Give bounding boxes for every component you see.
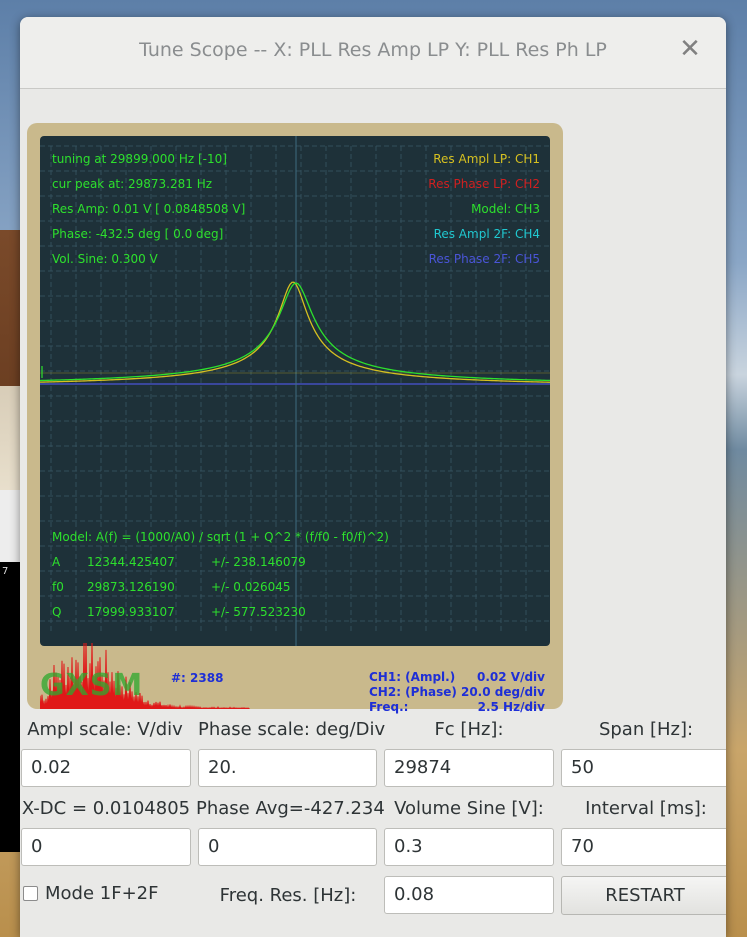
model-param: Q [52,605,62,619]
fc-label: Fc [Hz]: [434,719,504,740]
legend-entry: Res Phase 2F: CH5 [428,247,540,272]
legend-channel-id: CH2 [514,177,540,191]
legend-channel-name: Res Ampl 2F [433,227,508,241]
volume-sine-input[interactable]: 0.3 [384,828,554,866]
model-formula: Model: A(f) = (1000/A0) / sqrt (1 + Q^2 … [52,530,389,544]
tune-scope-window: Tune Scope -- X: PLL Res Amp LP Y: PLL R… [20,17,726,937]
scale-label: CH2: (Phase) [369,685,457,699]
legend-separator: : [507,177,515,191]
mode-1f2f-toggle[interactable]: Mode 1F+2F [23,883,158,904]
legend-channel-name: Res Phase 2F [428,252,508,266]
xdc-label: X-DC = 0.0104805 [21,798,191,819]
model-error: +/- 0.026045 [211,580,291,594]
model-row-f0: f0 29873.126190 +/- 0.026045 [52,575,389,600]
legend-channel-id: CH1 [514,152,540,166]
phase-avg-input[interactable]: 0 [198,828,377,866]
scale-value: 0.02 V/div [477,670,545,684]
legend-separator: : [507,202,515,216]
scope-screen[interactable]: tuning at 29899.000 Hz [-10] cur peak at… [40,136,550,646]
phase-scale-label: Phase scale: deg/Div [198,719,386,740]
desktop-background-terminal: 7 [0,562,22,852]
scale-value: 20.0 deg/div [460,685,545,699]
model-value: 12344.425407 [87,555,175,569]
legend-separator: : [507,252,515,266]
mode-checkbox[interactable] [23,886,38,901]
freq-res-label: Freq. Res. [Hz]: [219,885,357,906]
trace-model [40,282,550,382]
legend-entry: Res Phase LP: CH2 [428,172,540,197]
model-param: f0 [52,580,64,594]
trace-res-ampl-lp [40,281,550,383]
legend-channel-id: CH5 [514,252,540,266]
scale-label: Freq.: [369,700,409,714]
scope-info-left: tuning at 29899.000 Hz [-10] cur peak at… [52,147,245,272]
close-icon[interactable]: ✕ [676,35,704,63]
span-input[interactable]: 50 [561,749,726,787]
volume-sine-label: Volume Sine [V]: [394,798,544,819]
model-fit-block: Model: A(f) = (1000/A0) / sqrt (1 + Q^2 … [52,525,389,625]
legend-separator: : [507,152,515,166]
scale-info: CH1: (Ampl.) 0.02 V/div CH2: (Phase) 20.… [369,670,545,715]
model-value: 29873.126190 [87,580,175,594]
tuning-readout: tuning at 29899.000 Hz [-10] [52,152,227,166]
vol-sine-readout: Vol. Sine: 0.300 V [52,252,158,266]
legend-separator: : [507,227,515,241]
legend-entry: Res Ampl LP: CH1 [428,147,540,172]
legend-channel-name: Res Ampl LP [433,152,508,166]
desktop-background-panel [0,490,22,562]
mode-label: Mode 1F+2F [45,883,159,904]
res-amp-readout: Res Amp: 0.01 V [ 0.0848508 V] [52,202,246,216]
window-title: Tune Scope -- X: PLL Res Amp LP Y: PLL R… [139,39,607,61]
model-row-q: Q 17999.933107 +/- 577.523230 [52,600,389,625]
legend-channel-id: CH4 [514,227,540,241]
phase-scale-input[interactable]: 20. [198,749,377,787]
scale-row-ch1: CH1: (Ampl.) 0.02 V/div [369,670,545,685]
restart-button[interactable]: RESTART [561,876,726,915]
model-error: +/- 577.523230 [211,605,306,619]
legend-entry: Res Ampl 2F: CH4 [428,222,540,247]
fc-input[interactable]: 29874 [384,749,554,787]
legend-entry: Model: CH3 [428,197,540,222]
channel-legend: Res Ampl LP: CH1 Res Phase LP: CH2 Model: … [428,147,540,272]
title-bar[interactable]: Tune Scope -- X: PLL Res Amp LP Y: PLL R… [20,17,726,89]
peak-readout: cur peak at: 29873.281 Hz [52,177,213,191]
model-param: A [52,555,61,569]
freq-res-input[interactable]: 0.08 [384,876,554,914]
scale-row-freq: Freq.: 2.5 Hz/div [369,700,545,715]
xdc-input[interactable]: 0 [21,828,191,866]
scale-row-ch2: CH2: (Phase) 20.0 deg/div [369,685,545,700]
phase-avg-label: Phase Avg=-427.234 [196,798,385,819]
phase-readout: Phase: -432.5 deg [ 0.0 deg] [52,227,224,241]
model-value: 17999.933107 [87,605,175,619]
interval-label: Interval [ms]: [585,798,707,819]
ampl-scale-label: Ampl scale: V/div [27,719,183,740]
model-error: +/- 238.146079 [211,555,306,569]
sample-count: #: 2388 [171,671,224,685]
span-label: Span [Hz]: [598,719,694,740]
scope-frame: tuning at 29899.000 Hz [-10] cur peak at… [27,123,563,714]
interval-input[interactable]: 70 [561,828,726,866]
scale-value: 2.5 Hz/div [477,700,545,714]
legend-channel-id: CH3 [514,202,540,216]
ampl-scale-input[interactable]: 0.02 [21,749,191,787]
terminal-fragment-text: 7 [2,566,9,577]
gxsm-logo: GXSM [40,668,144,703]
desktop-background-house [0,230,22,490]
scale-label: CH1: (Ampl.) [369,670,456,684]
legend-channel-name: Res Phase LP [428,177,508,191]
model-row-a: A 12344.425407 +/- 238.146079 [52,550,389,575]
legend-channel-name: Model [471,202,508,216]
